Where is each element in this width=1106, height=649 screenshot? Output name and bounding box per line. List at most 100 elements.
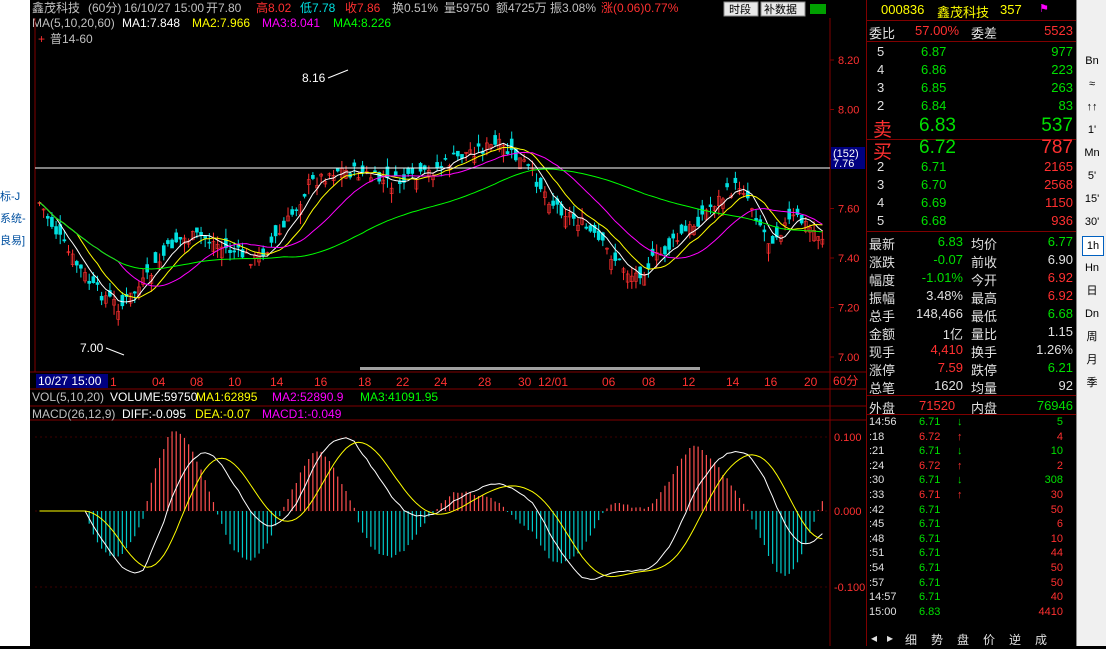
date-cursor: 10/27 15:00 <box>38 374 102 388</box>
sell-price-5: 6.87 <box>921 44 947 59</box>
toolbar-button-13[interactable]: 月 <box>1082 351 1102 369</box>
stat-value-7a: 7.59 <box>937 360 963 375</box>
toolbar-button-11[interactable]: Dn <box>1082 305 1102 323</box>
tick-price: 6.71 <box>919 503 941 516</box>
sub-legend: 普14-60 <box>50 32 93 46</box>
tick-direction-icon: ↑ <box>957 459 963 472</box>
low-annotation: 7.00 <box>80 341 104 355</box>
toolbar-button-12[interactable]: 周 <box>1082 328 1102 346</box>
tick-row: :51 6.71 44 <box>867 547 1077 559</box>
ma-legend-label: MA(5,10,20,60) <box>32 16 115 30</box>
date-label-8: 28 <box>478 375 492 389</box>
tick-time: :51 <box>869 547 885 560</box>
flag-icon[interactable]: ⚑ <box>1039 2 1049 15</box>
supplement-data-button-label[interactable]: 补数据 <box>764 2 797 16</box>
vol-legend-label: VOL(5,10,20) <box>32 390 104 404</box>
low-price: 低7.78 <box>300 1 336 15</box>
toolbar-button-14[interactable]: 季 <box>1082 374 1102 392</box>
stat-value-8a: 1620 <box>934 378 963 393</box>
background-window-strip: 标-J 系统- 良易] <box>0 0 30 646</box>
tick-row: :42 6.71 50 <box>867 504 1077 516</box>
date-label-4: 16 <box>314 375 328 389</box>
stat-value-2b: 6.92 <box>1047 270 1073 285</box>
toolbar-button-0[interactable]: Bn <box>1082 52 1102 70</box>
toolbar-button-7[interactable]: 30' <box>1082 213 1102 231</box>
tick-price: 6.83 <box>919 605 941 618</box>
kline-chart-svg[interactable]: 鑫茂科技 (60分) 16/10/27 15:00 开7.80 高8.02 低7… <box>30 0 866 646</box>
date-label-14: 14 <box>726 375 740 389</box>
tick-row: :30 6.71 ↓ 308 <box>867 474 1077 486</box>
tick-row: :54 6.71 50 <box>867 562 1077 574</box>
tick-time: :45 <box>869 518 885 531</box>
date-label-5: 18 <box>358 375 372 389</box>
left-strip-text-1: 标-J <box>0 191 21 203</box>
tick-volume: 50 <box>1050 562 1063 574</box>
date-label-2: 10 <box>228 375 242 389</box>
stock-code: 000836 <box>881 2 925 17</box>
timeshare-button-label[interactable]: 时段 <box>729 2 751 16</box>
stat-value-3b: 6.92 <box>1047 288 1073 303</box>
toolbar-button-9[interactable]: Hn <box>1082 259 1102 277</box>
toolbar-button-2[interactable]: ↑↑ <box>1082 98 1102 116</box>
tick-direction-icon: ↓ <box>957 474 963 487</box>
tick-price: 6.71 <box>919 591 941 604</box>
vol-ma3: MA3:41091.95 <box>360 390 438 404</box>
tick-time: :21 <box>869 445 885 458</box>
macd-tick-2: -0.100 <box>834 582 865 594</box>
tab-deal[interactable]: 成 <box>1035 631 1047 648</box>
toolbar-button-1[interactable]: ≈ <box>1082 75 1102 93</box>
tick-time: 15:00 <box>869 605 897 618</box>
tab-detail[interactable]: 细 <box>905 631 917 648</box>
toolbar-button-3[interactable]: 1' <box>1082 121 1102 139</box>
ma4-value: MA4:8.226 <box>333 16 391 30</box>
toolbar-button-8[interactable]: 1h <box>1082 236 1104 256</box>
commission-diff-label: 委差 <box>971 26 998 41</box>
amplitude: 振3.08% <box>550 1 596 15</box>
date-first: 1 <box>110 375 117 389</box>
tab-prev-icon[interactable]: ◂ <box>871 631 877 645</box>
ma2-value: MA2:7.966 <box>192 16 250 30</box>
cursor-datetime: 16/10/27 15:00 <box>124 1 204 15</box>
tick-time: :42 <box>869 503 885 516</box>
buy-price-4: 6.69 <box>921 195 947 210</box>
tick-volume: 50 <box>1050 503 1063 516</box>
tab-reverse[interactable]: 逆 <box>1009 631 1021 648</box>
tab-book[interactable]: 盘 <box>957 631 969 648</box>
sell-price-4: 6.86 <box>921 62 947 77</box>
toolbar-button-5[interactable]: 5' <box>1082 167 1102 185</box>
tick-time: 14:57 <box>869 591 897 604</box>
date-label-16: 20 <box>804 375 818 389</box>
buy-vol-5: 936 <box>1051 213 1073 228</box>
tab-next-icon[interactable]: ▸ <box>887 631 893 645</box>
commission-diff: 5523 <box>1044 23 1073 38</box>
tab-price[interactable]: 价 <box>983 631 995 648</box>
close-price: 收7.86 <box>345 1 381 15</box>
kline-chart-area[interactable]: 鑫茂科技 (60分) 16/10/27 15:00 开7.80 高8.02 低7… <box>30 0 866 646</box>
turnover-rate: 换0.51% <box>392 1 438 15</box>
date-label-6: 22 <box>396 375 410 389</box>
tick-direction-icon: ↑ <box>957 489 963 501</box>
date-label-10: 12/01 <box>538 375 568 389</box>
stat-value-4a: 148,466 <box>916 306 963 321</box>
tick-row: :33 6.71 ↑ 30 <box>867 489 1077 501</box>
tab-trend[interactable]: 势 <box>931 631 943 648</box>
toolbar-button-4[interactable]: Mn <box>1082 144 1102 162</box>
high-price: 高8.02 <box>256 0 292 15</box>
tick-direction-icon: ↓ <box>957 416 963 428</box>
signal-icon[interactable] <box>810 4 826 14</box>
tick-time: :33 <box>869 489 885 501</box>
buy-vol-4: 1150 <box>1045 195 1073 210</box>
toolbar-button-6[interactable]: 15' <box>1082 190 1102 208</box>
ma3-value: MA3:8.041 <box>262 16 320 30</box>
stat-value-8b: 92 <box>1058 378 1073 393</box>
tick-time: :24 <box>869 459 885 472</box>
sell-vol-2: 83 <box>1058 98 1073 113</box>
sell-vol-5: 977 <box>1051 44 1073 59</box>
outer-value: 71520 <box>919 398 956 413</box>
tick-row: :57 6.71 50 <box>867 577 1077 589</box>
tick-volume: 6 <box>1056 518 1063 531</box>
toolbar-button-10[interactable]: 日 <box>1082 282 1102 300</box>
high-annotation: 8.16 <box>302 71 326 85</box>
plus-icon[interactable]: + <box>38 32 45 46</box>
chart-scrollbar[interactable] <box>360 367 700 370</box>
